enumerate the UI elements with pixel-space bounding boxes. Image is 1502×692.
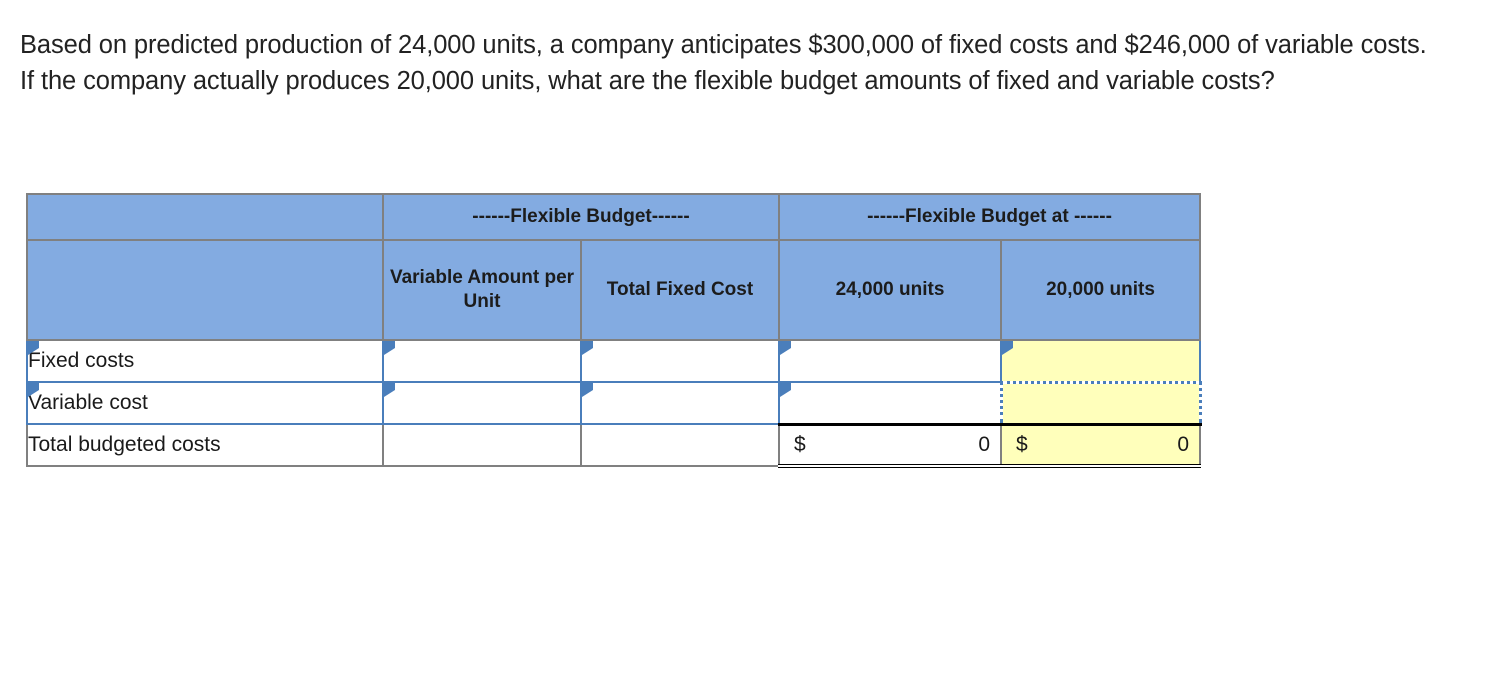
currency-symbol: $ [1016,432,1028,456]
input-variable-cost-at-20000-units[interactable] [999,380,1202,426]
total-total-fixed-cost [580,423,780,467]
group-header-blank [26,193,384,241]
input-fixed-costs-total-fixed-cost[interactable] [580,339,780,383]
column-header-20000-units: 20,000 units [1000,239,1201,341]
table-row-variable-cost: Variable cost [26,380,1202,426]
cell-marker-icon [780,383,791,397]
input-fixed-costs-at-20000-units[interactable] [1000,339,1201,383]
currency-symbol: $ [794,432,806,456]
input-variable-cost-variable-amount-per-unit[interactable] [382,381,582,425]
group-header-flexible-budget: ------Flexible Budget------ [382,193,780,241]
cell-marker-icon [384,383,395,397]
column-header-variable-amount-per-unit: Variable Amount per Unit [382,239,582,341]
row-label-variable-cost: Variable cost [26,381,384,425]
cell-marker-icon [1002,341,1013,355]
input-fixed-costs-at-24000-units[interactable] [778,339,1002,383]
table-group-header-row: ------Flexible Budget------ ------Flexib… [26,193,1201,241]
table-row-total-budgeted-costs: Total budgeted costs $ 0 $ 0 [26,422,1201,468]
column-header-24000-units: 24,000 units [778,239,1002,341]
input-variable-cost-at-24000-units[interactable] [778,381,1002,425]
total-at-24000-units: $ 0 [778,422,1002,468]
total-amount: 0 [978,432,990,456]
cell-marker-icon [28,341,39,355]
table-row-fixed-costs: Fixed costs [26,339,1201,383]
cell-marker-icon [28,383,39,397]
cell-marker-icon [780,341,791,355]
total-variable-amount-per-unit [382,423,582,467]
cell-marker-icon [582,383,593,397]
question-prompt: Based on predicted production of 24,000 … [20,31,1427,95]
cell-marker-icon [384,341,395,355]
total-at-20000-units: $ 0 [1000,422,1201,468]
group-header-flexible-budget-at: ------Flexible Budget at ------ [778,193,1201,241]
flexible-budget-worksheet: ------Flexible Budget------ ------Flexib… [26,193,1202,468]
input-variable-cost-total-fixed-cost[interactable] [580,381,780,425]
table-column-header-row: Variable Amount per Unit Total Fixed Cos… [26,239,1201,341]
column-header-total-fixed-cost: Total Fixed Cost [580,239,780,341]
row-label-fixed-costs: Fixed costs [26,339,384,383]
row-label-total-budgeted-costs: Total budgeted costs [26,423,384,467]
row-label-text: Variable cost [28,391,148,414]
column-header-blank [26,239,384,341]
input-fixed-costs-variable-amount-per-unit[interactable] [382,339,582,383]
row-label-text: Fixed costs [28,349,135,372]
total-amount: 0 [1177,432,1189,456]
cell-marker-icon [582,341,593,355]
